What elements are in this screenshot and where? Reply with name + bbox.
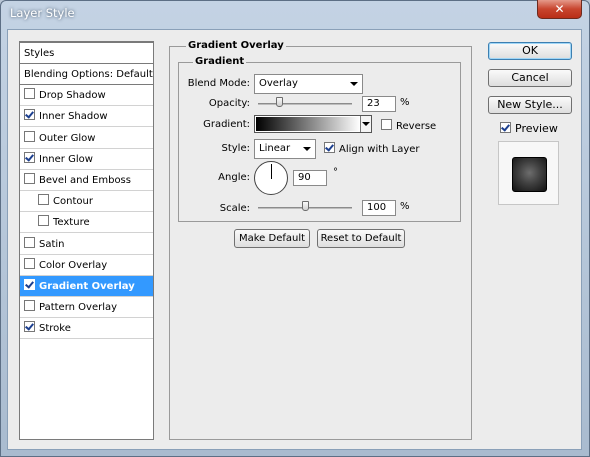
- style-item-label: Inner Shadow: [39, 111, 108, 123]
- style-item-outer-glow[interactable]: Outer Glow: [20, 128, 153, 149]
- blend-mode-select[interactable]: Overlay: [254, 74, 363, 94]
- section-title: Gradient Overlay: [186, 40, 286, 51]
- reverse-checkbox[interactable]: [381, 119, 392, 130]
- angle-indicator: [271, 164, 272, 179]
- style-item-label: Color Overlay: [39, 259, 108, 271]
- style-item-checkbox[interactable]: [24, 321, 35, 333]
- style-item-checkbox[interactable]: [38, 194, 49, 206]
- styles-header[interactable]: Styles: [20, 42, 153, 64]
- cancel-button[interactable]: Cancel: [488, 69, 572, 87]
- chevron-down-icon: [362, 122, 370, 126]
- make-default-button[interactable]: Make Default: [234, 229, 310, 248]
- gradient-dropdown-button[interactable]: [360, 116, 371, 132]
- style-item-label: Blending Options: Default: [24, 69, 153, 80]
- style-label: Style:: [221, 143, 251, 154]
- style-item-checkbox[interactable]: [38, 215, 49, 227]
- style-value: Linear: [259, 143, 291, 154]
- new-style-button[interactable]: New Style...: [488, 96, 572, 114]
- opacity-slider-track[interactable]: [258, 103, 352, 105]
- style-item-gradient-overlay[interactable]: Gradient Overlay: [20, 276, 153, 297]
- align-with-layer-label: Align with Layer: [339, 144, 420, 155]
- style-item-satin[interactable]: Satin: [20, 234, 153, 255]
- scale-input[interactable]: 100: [362, 200, 396, 216]
- style-item-texture[interactable]: Texture: [20, 212, 153, 234]
- style-item-stroke[interactable]: Stroke: [20, 318, 153, 340]
- blend-mode-value: Overlay: [259, 78, 298, 89]
- style-item-checkbox[interactable]: [24, 130, 35, 142]
- style-item-label: Contour: [53, 196, 93, 208]
- style-item-checkbox[interactable]: [24, 109, 35, 121]
- style-item-inner-shadow[interactable]: Inner Shadow: [20, 106, 153, 128]
- close-button[interactable]: ✕: [537, 0, 582, 19]
- style-item-label: Stroke: [39, 323, 71, 335]
- angle-dial[interactable]: [254, 161, 288, 195]
- gradient-label: Gradient:: [203, 119, 250, 130]
- gradient-picker[interactable]: [254, 115, 372, 133]
- scale-slider-thumb[interactable]: [301, 201, 309, 211]
- ok-button[interactable]: OK: [488, 42, 572, 60]
- preview-swatch: [512, 157, 547, 192]
- scale-label: Scale:: [219, 203, 250, 214]
- angle-input[interactable]: 90: [293, 170, 327, 186]
- style-item-label: Drop Shadow: [39, 90, 106, 102]
- angle-label: Angle:: [218, 172, 250, 183]
- scale-unit: %: [400, 201, 410, 212]
- window-title: Layer Style: [10, 6, 75, 20]
- style-item-label: Outer Glow: [39, 132, 96, 144]
- preview-checkbox[interactable]: [500, 122, 511, 133]
- style-item-checkbox[interactable]: [24, 173, 35, 184]
- preview-checkbox-row[interactable]: Preview: [500, 122, 558, 135]
- align-with-layer-row[interactable]: Align with Layer: [324, 142, 420, 155]
- preview-label: Preview: [515, 122, 558, 135]
- opacity-label: Opacity:: [208, 98, 250, 109]
- opacity-input[interactable]: 23: [362, 96, 396, 112]
- close-icon: ✕: [554, 2, 565, 16]
- reset-to-default-button[interactable]: Reset to Default: [317, 229, 405, 248]
- style-item-label: Texture: [53, 217, 90, 229]
- reverse-label: Reverse: [396, 121, 437, 132]
- style-item-blending-options-default[interactable]: Blending Options: Default: [20, 64, 153, 85]
- style-item-pattern-overlay[interactable]: Pattern Overlay: [20, 297, 153, 319]
- style-item-label: Gradient Overlay: [39, 281, 135, 292]
- style-item-color-overlay[interactable]: Color Overlay: [20, 255, 153, 276]
- style-item-label: Pattern Overlay: [39, 302, 118, 314]
- style-item-checkbox[interactable]: [24, 300, 35, 312]
- opacity-unit: %: [400, 97, 410, 108]
- reverse-checkbox-row[interactable]: Reverse: [381, 119, 436, 132]
- styles-list: Styles Blending Options: Default Drop Sha…: [19, 41, 154, 440]
- style-item-checkbox[interactable]: [24, 279, 35, 290]
- preview-thumbnail: [498, 141, 559, 205]
- style-item-label: Bevel and Emboss: [39, 175, 131, 186]
- chevron-down-icon: [350, 82, 358, 86]
- style-item-checkbox[interactable]: [24, 257, 35, 269]
- style-item-label: Inner Glow: [39, 153, 93, 165]
- style-item-bevel-and-emboss[interactable]: Bevel and Emboss: [20, 170, 153, 191]
- style-item-contour[interactable]: Contour: [20, 191, 153, 213]
- angle-unit: °: [333, 167, 338, 178]
- style-select[interactable]: Linear: [254, 139, 316, 159]
- style-item-checkbox[interactable]: [24, 236, 35, 248]
- chevron-down-icon: [303, 147, 311, 151]
- style-item-drop-shadow[interactable]: Drop Shadow: [20, 85, 153, 107]
- style-item-label: Satin: [39, 238, 65, 250]
- subgroup-title: Gradient: [193, 56, 247, 67]
- style-item-inner-glow[interactable]: Inner Glow: [20, 149, 153, 170]
- opacity-slider-thumb[interactable]: [276, 97, 284, 107]
- align-with-layer-checkbox[interactable]: [324, 142, 335, 153]
- blend-mode-label: Blend Mode:: [187, 78, 250, 89]
- style-item-checkbox[interactable]: [24, 151, 35, 163]
- style-item-checkbox[interactable]: [24, 88, 35, 100]
- gradient-swatch[interactable]: [256, 117, 360, 131]
